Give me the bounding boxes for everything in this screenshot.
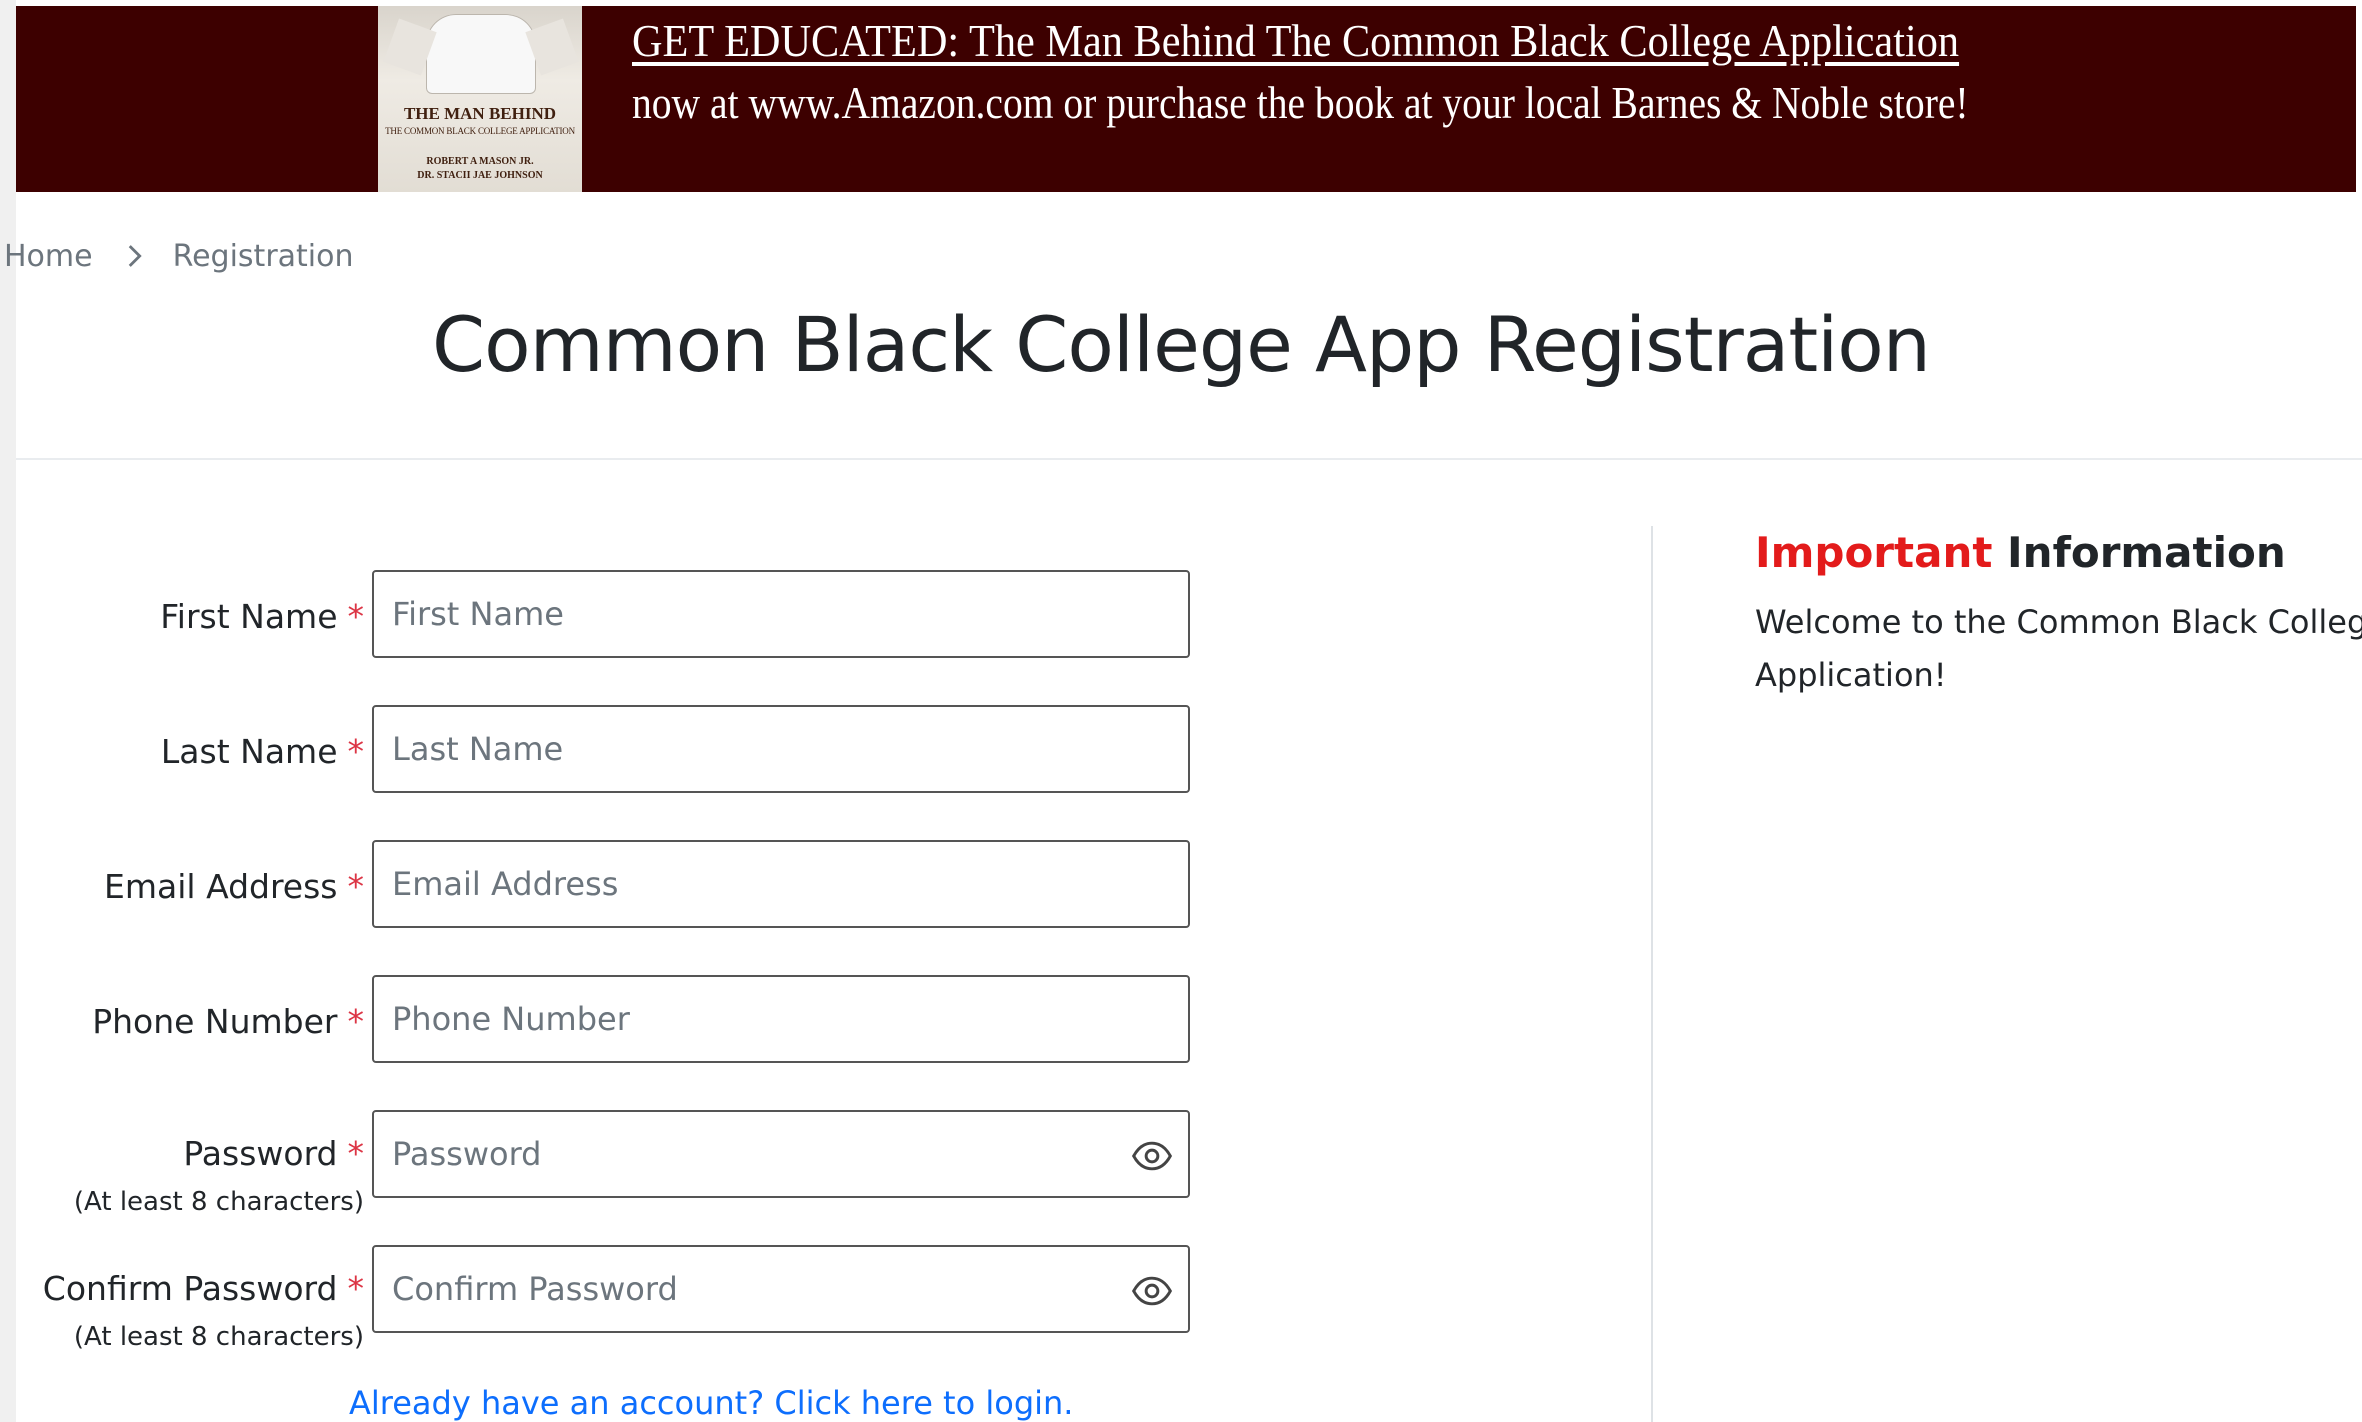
book-subtitle: THE COMMON BLACK COLLEGE APPLICATION [385,126,575,136]
banner-subline: now at www.Amazon.com or purchase the bo… [632,77,1969,128]
confirm-password-row: Confirm Password * (At least 8 characters… [16,1245,1196,1352]
first-name-input[interactable] [374,572,1188,656]
last-name-label: Last Name * [160,731,365,771]
window-left-edge [0,0,16,1422]
email-input[interactable] [374,842,1188,926]
required-mark: * [347,1269,365,1308]
login-link[interactable]: Already have an account? Click here to l… [349,1384,1073,1422]
password-hint: (At least 8 characters) [73,1187,364,1217]
info-title-accent: Important [1755,528,1993,577]
info-title: Important Information [1755,528,2286,577]
column-divider [1651,526,1653,1422]
phone-label: Phone Number * [92,1001,365,1041]
tshirt-graphic [426,14,536,94]
info-title-rest: Information [2007,528,2286,577]
confirm-password-label: Confirm Password * (At least 8 characters… [42,1269,365,1352]
book-author-1: ROBERT A MASON JR. [426,156,534,167]
last-name-input[interactable] [374,707,1188,791]
first-name-row: First Name * [16,570,1196,662]
required-mark: * [347,731,365,771]
breadcrumb-home-link[interactable]: Home [4,239,93,274]
confirm-password-hint: (At least 8 characters) [73,1322,364,1352]
phone-input[interactable] [374,977,1188,1061]
phone-row: Phone Number * [16,975,1196,1067]
book-cover-image[interactable]: THE MAN BEHIND THE COMMON BLACK COLLEGE … [378,6,582,192]
email-label: Email Address * [104,866,365,906]
breadcrumb-current: Registration [172,238,354,274]
confirm-password-input[interactable] [374,1247,1188,1331]
required-mark: * [347,1001,365,1041]
required-mark: * [347,596,365,636]
banner-headline-link[interactable]: GET EDUCATED: The Man Behind The Common … [632,14,2214,67]
book-title: THE MAN BEHIND [403,104,557,123]
password-input[interactable] [374,1112,1188,1196]
email-row: Email Address * [16,840,1196,932]
password-row: Password * (At least 8 characters) [16,1110,1196,1217]
eye-icon[interactable] [1130,1134,1174,1178]
breadcrumb: Home Registration [4,236,354,276]
first-name-label: First Name * [160,596,365,636]
promo-banner: THE MAN BEHIND THE COMMON BLACK COLLEGE … [16,6,2356,192]
page-title: Common Black College App Registration [432,300,1931,389]
divider [16,458,2362,460]
chevron-right-icon [117,239,151,273]
info-text: Welcome to the Common Black College Appl… [1755,603,2362,694]
last-name-row: Last Name * [16,705,1196,797]
eye-icon[interactable] [1130,1269,1174,1313]
book-author-2: DR. STACII JAE JOHNSON [417,170,543,181]
password-label: Password * (At least 8 characters) [73,1134,365,1217]
required-mark: * [347,866,365,906]
required-mark: * [347,1134,365,1173]
